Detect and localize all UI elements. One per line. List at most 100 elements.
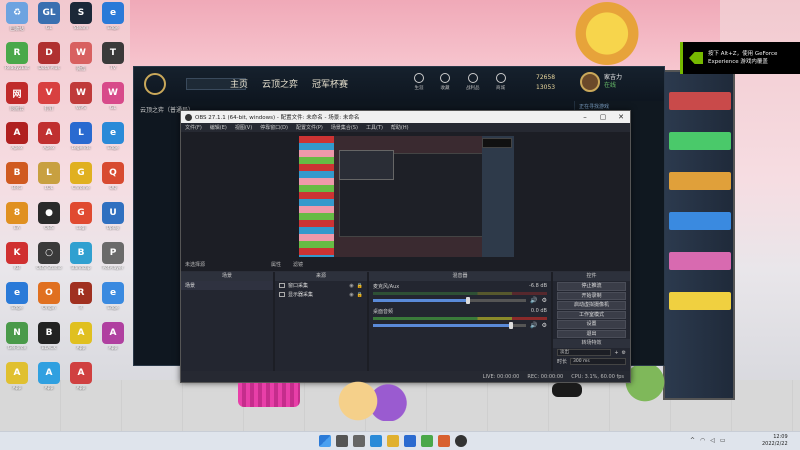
menu-scene-collection[interactable]: 场景集合(S) [331, 124, 358, 131]
menu-help[interactable]: 帮助(H) [391, 124, 409, 131]
game-logo-icon[interactable] [144, 73, 166, 95]
desktop-icon[interactable]: A Apex [2, 122, 32, 158]
edge-icon[interactable] [370, 435, 382, 447]
obs-preview-canvas[interactable] [299, 136, 514, 257]
desktop-icon[interactable]: A Apex [34, 122, 64, 158]
desktop-icon[interactable]: ○ OBS Studio [34, 242, 64, 278]
game-nav-clash[interactable]: 冠军杯赛 [312, 77, 348, 90]
minimize-icon[interactable]: – [576, 111, 594, 123]
obs-titlebar[interactable]: OBS 27.1.1 (64-bit, windows) - 配置文件: 未命名… [181, 111, 630, 123]
close-icon[interactable]: ✕ [612, 111, 630, 123]
scene-item[interactable]: 场景 [181, 281, 273, 290]
duration-input[interactable]: 300 ms [570, 358, 626, 365]
volume-slider[interactable] [373, 297, 527, 304]
wifi-icon[interactable]: ◠ [700, 437, 705, 444]
desktop-icon[interactable]: A App [2, 362, 32, 398]
desktop-icon[interactable]: A App [98, 322, 128, 358]
gear-icon[interactable]: ⚙ [542, 297, 547, 304]
gear-icon[interactable]: ⚙ [542, 322, 547, 329]
desktop-icon[interactable]: P PotPlayer [98, 242, 128, 278]
desktop-icon[interactable]: S Steam [66, 2, 96, 38]
avatar[interactable] [580, 72, 600, 92]
desktop-icon[interactable]: A App [66, 322, 96, 358]
desktop-icon[interactable]: Q QQ [98, 162, 128, 198]
source-item[interactable]: 窗口采集 ◉ 🔒 [275, 281, 367, 290]
desktop-icon[interactable]: B Bandizip [66, 242, 96, 278]
start-recording-button[interactable]: 开始录制 [557, 291, 626, 300]
game-collection-nav[interactable]: 收藏 [440, 73, 450, 91]
properties-button[interactable]: 属性 [271, 261, 281, 268]
desktop-icon[interactable]: W GL [98, 82, 128, 118]
gear-icon[interactable]: ⚙ [622, 350, 626, 356]
volume-icon[interactable]: ◁ [710, 437, 715, 444]
desktop-icon[interactable]: ♻ 回收站 [2, 2, 32, 38]
menu-tools[interactable]: 工具(T) [366, 124, 383, 131]
menu-profile[interactable]: 配置文件(P) [296, 124, 323, 131]
lock-icon[interactable]: 🔒 [357, 283, 363, 289]
menu-file[interactable]: 文件(F) [185, 124, 202, 131]
game-profile-nav[interactable]: 生涯 [414, 73, 424, 91]
menu-edit[interactable]: 编辑(E) [210, 124, 227, 131]
desktop-icon[interactable]: 网网易云 [2, 82, 32, 118]
speaker-icon[interactable]: 🔊 [530, 297, 537, 304]
file-explorer-icon[interactable] [387, 435, 399, 447]
game-store-nav[interactable]: 商城 [495, 73, 506, 91]
game-nav-home[interactable]: 主页 [230, 77, 248, 90]
app-icon[interactable] [438, 435, 450, 447]
desktop-icon[interactable]: e Edge [98, 122, 128, 158]
desktop-icon[interactable]: W WPS [66, 82, 96, 118]
game-loot-nav[interactable]: 战利品 [466, 73, 480, 91]
search-icon[interactable] [336, 435, 348, 447]
obs-taskbar-icon[interactable] [455, 435, 467, 447]
desktop-icon[interactable]: A App [34, 362, 64, 398]
desktop-icon[interactable]: R Ready2Ext [2, 42, 32, 78]
desktop-icon[interactable]: ● OBS [34, 202, 64, 238]
volume-knob[interactable] [508, 322, 513, 329]
transition-select[interactable]: 淡出 [557, 349, 612, 356]
stop-streaming-button[interactable]: 停止推流 [557, 282, 626, 291]
desktop-icon[interactable]: U Uplay [98, 202, 128, 238]
desktop-icon[interactable]: G Chrome [66, 162, 96, 198]
chevron-up-icon[interactable]: ^ [690, 437, 695, 444]
desktop-icon[interactable]: V 钉钉 [34, 82, 64, 118]
desktop-icon[interactable]: D Dota Plus [34, 42, 64, 78]
desktop-icon[interactable]: O Origin [34, 282, 64, 318]
desktop-icon[interactable]: A App [66, 362, 96, 398]
store-icon[interactable] [404, 435, 416, 447]
game-nav-tft[interactable]: 云顶之弈 [262, 77, 298, 90]
maximize-icon[interactable]: ▢ [594, 111, 612, 123]
desktop-icon[interactable]: RR [66, 282, 96, 318]
lock-icon[interactable]: 🔒 [357, 292, 363, 298]
wechat-icon[interactable] [421, 435, 433, 447]
desktop-icon[interactable]: G Logi [66, 202, 96, 238]
desktop-icon[interactable]: e Edge [2, 282, 32, 318]
desktop-icon[interactable]: K KB [2, 242, 32, 278]
studio-mode-button[interactable]: 工作室模式 [557, 310, 626, 319]
add-icon[interactable]: + [614, 350, 618, 356]
start-virtualcam-button[interactable]: 启动虚拟摄像机 [557, 301, 626, 310]
speaker-icon[interactable]: 🔊 [530, 322, 537, 329]
geforce-toast[interactable]: 按下 Alt+Z，使用 GeForce Experience 游戏内覆盖 [680, 42, 800, 74]
visibility-icon[interactable]: ◉ [349, 283, 353, 289]
task-view-icon[interactable] [353, 435, 365, 447]
menu-view[interactable]: 视图(V) [235, 124, 252, 131]
settings-button[interactable]: 设置 [557, 320, 626, 329]
desktop-icon[interactable]: B BLACK [34, 322, 64, 358]
filters-button[interactable]: 滤镜 [293, 261, 303, 268]
menu-docks[interactable]: 停靠窗口(D) [260, 124, 288, 131]
start-icon[interactable] [319, 435, 331, 447]
desktop-icon[interactable]: N GeForce [2, 322, 32, 358]
desktop-icon[interactable]: 8 EA [2, 202, 32, 238]
desktop-icon[interactable]: GL GL [34, 2, 64, 38]
visibility-icon[interactable]: ◉ [349, 292, 353, 298]
exit-button[interactable]: 退出 [557, 329, 626, 338]
source-item[interactable]: 显示器采集 ◉ 🔒 [275, 290, 367, 299]
obs-window[interactable]: OBS 27.1.1 (64-bit, windows) - 配置文件: 未命名… [180, 110, 631, 383]
desktop-icon[interactable]: e Edge [98, 2, 128, 38]
desktop-icon[interactable]: L Legends [66, 122, 96, 158]
desktop-icon[interactable]: B BRG [2, 162, 32, 198]
desktop-icon[interactable]: e Edge [98, 282, 128, 318]
volume-knob[interactable] [465, 297, 470, 304]
clock[interactable]: 12:09 2022/2/22 [762, 434, 788, 448]
desktop-icon[interactable]: T TV [98, 42, 128, 78]
